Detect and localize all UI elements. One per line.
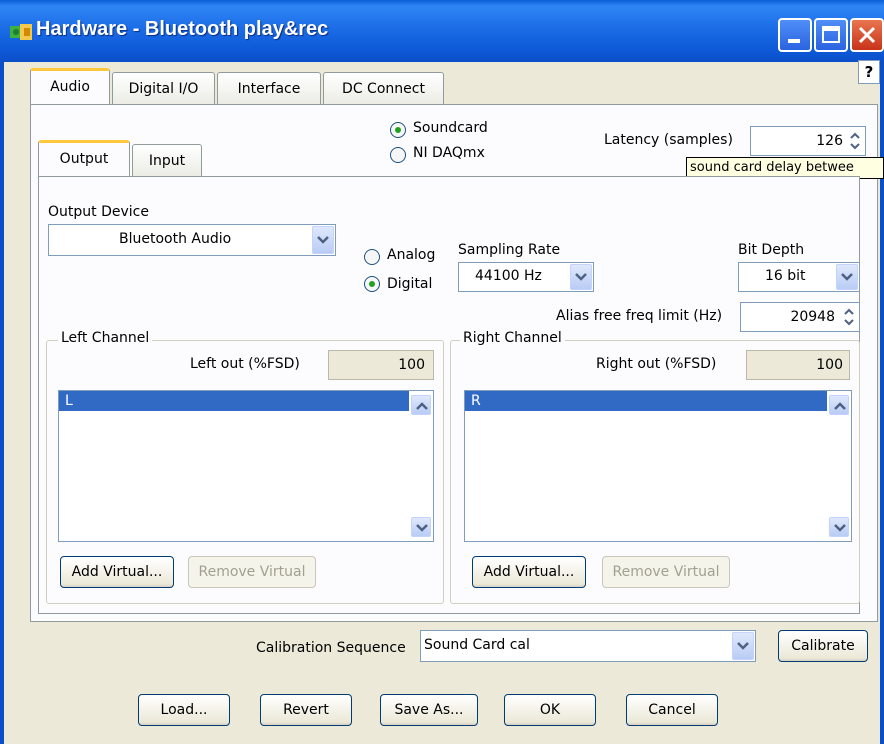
maximize-button[interactable] [814, 18, 848, 52]
chevron-down-icon[interactable] [312, 226, 334, 254]
left-remove-virtual-button[interactable]: Remove Virtual [188, 556, 316, 588]
ni-daqmx-radio[interactable] [390, 147, 406, 163]
right-out-field: 100 [746, 350, 850, 380]
scroll-up-button[interactable] [829, 395, 849, 415]
scroll-up-button[interactable] [411, 395, 431, 415]
alias-freq-value: 20948 [790, 309, 835, 325]
latency-value: 126 [816, 133, 843, 149]
minimize-icon [788, 39, 800, 43]
revert-button[interactable]: Revert [260, 694, 352, 726]
save-as-button[interactable]: Save As... [380, 694, 478, 726]
chevron-down-icon [416, 524, 428, 532]
right-out-label: Right out (%FSD) [596, 356, 717, 372]
ok-button[interactable]: OK [504, 694, 596, 726]
tab-audio[interactable]: Audio [30, 68, 110, 104]
calibration-select[interactable]: Sound Card cal [420, 630, 756, 662]
tab-dc-connect[interactable]: DC Connect [323, 72, 444, 104]
chevron-down-icon [834, 524, 846, 532]
window-frame-left [0, 62, 4, 744]
close-icon [858, 26, 876, 44]
analog-label: Analog [387, 247, 436, 263]
digital-radio[interactable] [364, 276, 380, 292]
left-channel-title: Left Channel [58, 330, 153, 346]
list-item[interactable]: L [59, 391, 409, 411]
maximize-icon [822, 26, 840, 43]
bit-depth-select[interactable]: 16 bit [738, 262, 860, 292]
soundcard-label: Soundcard [413, 120, 488, 136]
tab-input[interactable]: Input [132, 144, 202, 176]
spin-arrows-icon[interactable] [841, 306, 857, 328]
output-device-label: Output Device [48, 204, 149, 220]
chevron-down-icon[interactable] [836, 264, 858, 290]
calibrate-button[interactable]: Calibrate [778, 630, 868, 662]
soundcard-radio[interactable] [390, 122, 406, 138]
left-channel-list[interactable]: L [58, 390, 434, 542]
analog-radio[interactable] [364, 249, 380, 265]
alias-freq-label: Alias free freq limit (Hz) [556, 308, 723, 324]
output-device-value: Bluetooth Audio [119, 231, 232, 247]
list-item[interactable]: R [465, 391, 827, 411]
spin-arrows-icon[interactable] [847, 130, 863, 152]
calibration-value: Sound Card cal [424, 637, 530, 653]
left-out-label: Left out (%FSD) [190, 356, 300, 372]
latency-spinner[interactable]: 126 [750, 126, 866, 156]
scroll-down-button[interactable] [411, 517, 431, 537]
cancel-button[interactable]: Cancel [626, 694, 718, 726]
close-button[interactable] [850, 18, 884, 52]
scroll-down-button[interactable] [829, 517, 849, 537]
left-add-virtual-button[interactable]: Add Virtual... [60, 556, 174, 588]
sampling-rate-label: Sampling Rate [458, 242, 561, 258]
bit-depth-value: 16 bit [765, 268, 806, 284]
chevron-down-icon[interactable] [570, 264, 592, 290]
output-device-select[interactable]: Bluetooth Audio [48, 224, 336, 256]
left-out-field: 100 [328, 350, 434, 380]
tab-interface[interactable]: Interface [217, 72, 321, 104]
right-channel-title: Right Channel [460, 330, 565, 346]
app-icon [8, 20, 36, 44]
minimize-button[interactable] [778, 18, 812, 52]
ni-daqmx-label: NI DAQmx [413, 145, 485, 161]
right-channel-list[interactable]: R [464, 390, 852, 542]
right-remove-virtual-button[interactable]: Remove Virtual [602, 556, 730, 588]
tab-output[interactable]: Output [38, 140, 130, 176]
digital-label: Digital [387, 276, 433, 292]
bit-depth-label: Bit Depth [738, 242, 805, 258]
right-add-virtual-button[interactable]: Add Virtual... [472, 556, 586, 588]
sampling-rate-select[interactable]: 44100 Hz [458, 262, 594, 292]
window-title: Hardware - Bluetooth play&rec [36, 18, 329, 40]
tab-digital-io[interactable]: Digital I/O [112, 72, 215, 104]
chevron-up-icon [416, 402, 428, 410]
sampling-rate-value: 44100 Hz [475, 268, 542, 284]
chevron-down-icon[interactable] [732, 632, 754, 660]
load-button[interactable]: Load... [138, 694, 230, 726]
help-button[interactable]: ? [858, 60, 880, 84]
alias-freq-spinner[interactable]: 20948 [740, 302, 860, 332]
calibration-label: Calibration Sequence [256, 640, 406, 656]
chevron-up-icon [834, 402, 846, 410]
latency-label: Latency (samples) [604, 132, 733, 148]
